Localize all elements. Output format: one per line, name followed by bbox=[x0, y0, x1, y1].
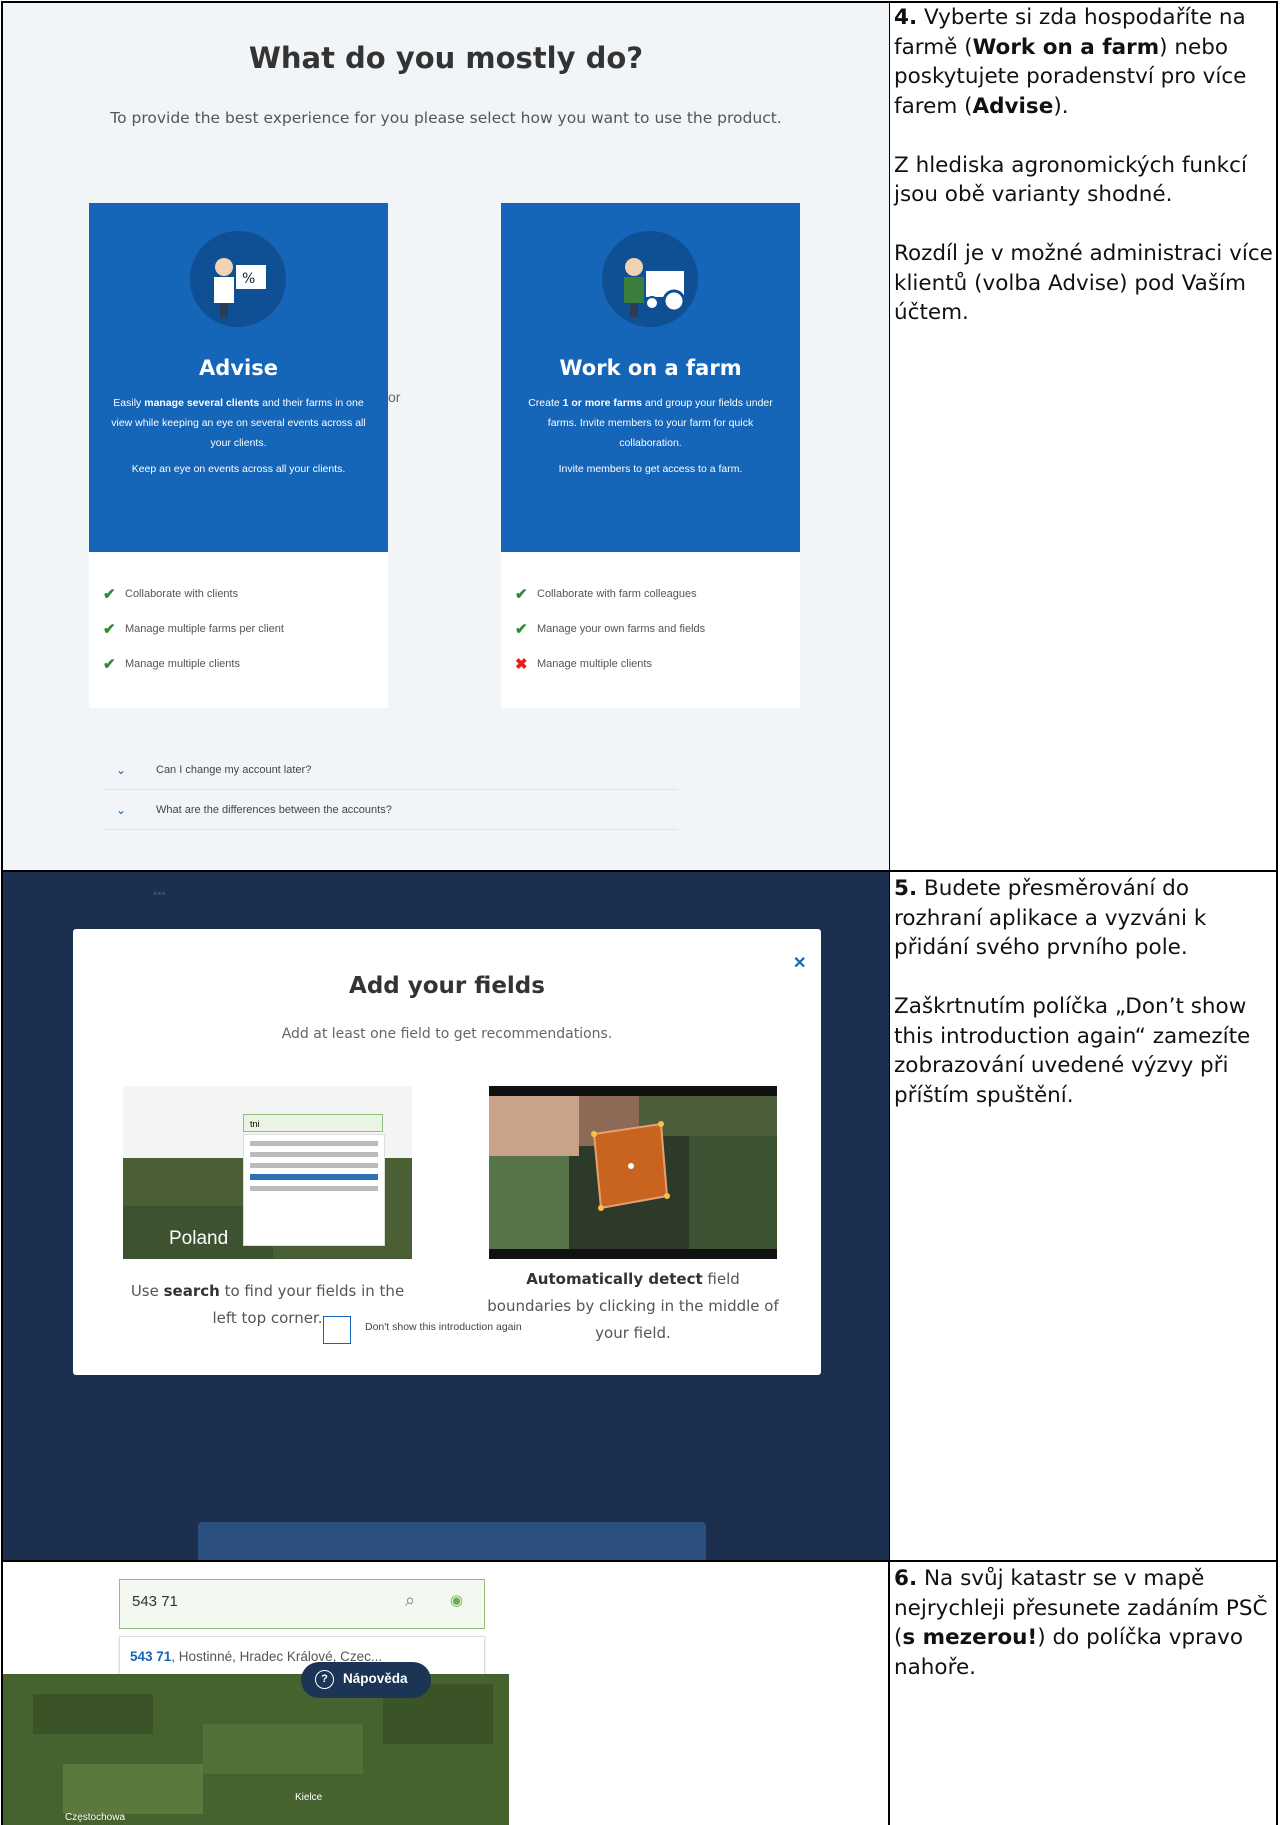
step-5-paragraph-1: 5. Budete přesměrování do rozhraní aplik… bbox=[894, 874, 1278, 963]
farm-desc-2: Invite members to get access to a farm. bbox=[558, 463, 743, 475]
field-detection-illustration bbox=[489, 1086, 777, 1259]
advise-feature-2: ✔ Manage multiple farms per client bbox=[103, 620, 284, 638]
location-search-input[interactable]: 543 71 ⌕ ◉ bbox=[119, 1579, 485, 1629]
feature-label: Manage your own farms and fields bbox=[537, 623, 706, 635]
advise-card-header: % Advise Easily manage several clients a… bbox=[89, 203, 388, 552]
chevron-down-icon: ⌄ bbox=[116, 763, 127, 777]
page-title: What do you mostly do? bbox=[248, 41, 644, 75]
caption-1-start: Use bbox=[130, 1282, 164, 1300]
zip-search-screenshot: 543 71 ⌕ ◉ 543 71, Hostinné, Hradec Král… bbox=[3, 1562, 509, 1825]
faq-item-2[interactable]: ⌄ What are the differences between the ac… bbox=[116, 803, 392, 817]
check-icon: ✔ bbox=[103, 621, 116, 638]
check-icon: ✔ bbox=[103, 656, 116, 673]
add-fields-modal: ✕ Add your fields Add at least one field… bbox=[73, 929, 821, 1375]
faq-item-1[interactable]: ⌄ Can I change my account later? bbox=[116, 763, 311, 777]
help-label: Nápověda bbox=[343, 1671, 408, 1686]
feature-label: Collaborate with farm colleagues bbox=[537, 588, 697, 600]
modal-subtitle: Add at least one field to get recommenda… bbox=[281, 1026, 613, 1042]
suggestion-zip: 543 71 bbox=[130, 1649, 172, 1664]
step-4-number: 4. bbox=[894, 5, 918, 30]
check-icon: ✔ bbox=[103, 586, 116, 603]
search-icon[interactable]: ⌕ bbox=[405, 1590, 415, 1611]
farm-feature-1: ✔ Collaborate with farm colleagues bbox=[515, 585, 697, 603]
help-icon: ? bbox=[315, 1670, 334, 1689]
or-separator: or bbox=[388, 389, 401, 405]
farmer-tractor-illustration-icon bbox=[602, 231, 698, 327]
help-button[interactable]: ? Nápověda bbox=[301, 1662, 431, 1698]
map-bottom-panel bbox=[198, 1522, 706, 1560]
farm-desc-bold: 1 or more farms bbox=[562, 397, 643, 409]
feature-label: Manage multiple clients bbox=[537, 658, 652, 670]
step-5-text: Budete přesměrování do rozhraní aplikace… bbox=[894, 876, 1207, 960]
step-4-description: 4. Vyberte si zda hospodaříte na farmě (… bbox=[894, 3, 1278, 357]
feature-label: Manage multiple clients bbox=[125, 658, 240, 670]
modal-title: Add your fields bbox=[349, 973, 545, 999]
step-4-paragraph-3: Rozdíl je v možné administraci více klie… bbox=[894, 241, 1273, 325]
step-4-text-e: ). bbox=[1053, 93, 1069, 119]
close-icon[interactable]: ✕ bbox=[793, 953, 806, 973]
advise-desc-start: Easily bbox=[113, 397, 145, 409]
step-6-description: 6. Na svůj katastr se v mapě nejrychleji… bbox=[894, 1564, 1278, 1712]
advise-title: Advise bbox=[199, 356, 278, 380]
step-6-number: 6. bbox=[894, 1566, 918, 1591]
advise-desc-2: Keep an eye on events across all your cl… bbox=[131, 463, 346, 475]
faq-question: Can I change my account later? bbox=[156, 764, 312, 776]
dont-show-again-checkbox[interactable] bbox=[323, 1316, 351, 1344]
advise-desc-bold: manage several clients bbox=[144, 397, 260, 409]
step-4-text-b: Work on a farm bbox=[972, 34, 1160, 60]
thumb-place-label: Poland bbox=[169, 1228, 229, 1249]
step-5-number: 5. bbox=[894, 876, 918, 901]
chevron-down-icon: ⌄ bbox=[116, 803, 127, 817]
farm-feature-2: ✔ Manage your own farms and fields bbox=[515, 620, 705, 638]
step-4-paragraph-2: Z hlediska agronomických funkcí jsou obě… bbox=[894, 152, 1247, 208]
svg-text:%: % bbox=[242, 271, 255, 287]
location-pin-icon[interactable]: ◉ bbox=[450, 1591, 463, 1609]
detect-caption: Automatically detect field boundaries by… bbox=[483, 1266, 783, 1347]
add-fields-screenshot: ▪▪▪ ✕ Add your fields Add at least one f… bbox=[3, 872, 889, 1560]
farm-card-header: Work on a farm Create 1 or more farms an… bbox=[501, 203, 800, 552]
advisor-illustration-icon: % bbox=[190, 231, 286, 327]
satellite-map[interactable]: Częstochowa Kielce bbox=[3, 1674, 509, 1825]
step-5-description: 5. Budete přesměrování do rozhraní aplik… bbox=[894, 874, 1278, 1140]
step-4-text-d: Advise bbox=[972, 93, 1054, 119]
caption-2-bold: Automatically detect bbox=[526, 1270, 703, 1288]
advise-card[interactable]: % Advise Easily manage several clients a… bbox=[89, 203, 388, 708]
map-background-label: ▪▪▪ bbox=[153, 886, 166, 900]
thumb-search-field: tni bbox=[243, 1114, 383, 1132]
search-illustration: tni Poland bbox=[123, 1086, 412, 1259]
step-6-paragraph-1: 6. Na svůj katastr se v mapě nejrychleji… bbox=[894, 1564, 1278, 1682]
advise-feature-3: ✔ Manage multiple clients bbox=[103, 655, 240, 673]
check-icon: ✔ bbox=[515, 586, 528, 603]
faq-divider bbox=[103, 789, 678, 790]
faq-divider bbox=[103, 829, 678, 830]
search-value: 543 71 bbox=[132, 1593, 178, 1610]
farm-description: Create 1 or more farms and group your fi… bbox=[517, 393, 784, 479]
step-6-text-b: s mezerou! bbox=[902, 1625, 1038, 1650]
caption-1-bold: search bbox=[163, 1282, 220, 1300]
dont-show-again-label[interactable]: Don't show this introduction again bbox=[365, 1321, 522, 1333]
thumb-suggestion-list bbox=[243, 1134, 385, 1246]
page-subtitle: To provide the best experience for you p… bbox=[110, 109, 782, 127]
farm-title: Work on a farm bbox=[559, 356, 742, 380]
step-5-paragraph-2: Zaškrtnutím políčka „Don’t show this int… bbox=[894, 994, 1251, 1108]
account-type-screenshot: What do you mostly do? To provide the be… bbox=[3, 3, 889, 870]
farm-desc-start: Create bbox=[528, 397, 563, 409]
feature-label: Collaborate with clients bbox=[125, 588, 239, 600]
feature-label: Manage multiple farms per client bbox=[125, 623, 284, 635]
work-on-farm-card[interactable]: Work on a farm Create 1 or more farms an… bbox=[501, 203, 800, 708]
advise-feature-1: ✔ Collaborate with clients bbox=[103, 585, 238, 603]
map-city-label-kielce: Kielce bbox=[295, 1792, 323, 1803]
cross-icon: ✖ bbox=[515, 656, 528, 673]
map-city-label-czestochowa: Częstochowa bbox=[65, 1812, 126, 1823]
advise-description: Easily manage several clients and their … bbox=[105, 393, 372, 479]
farm-feature-3: ✖ Manage multiple clients bbox=[515, 655, 652, 673]
faq-question: What are the differences between the acc… bbox=[156, 804, 392, 816]
step-4-paragraph-1: 4. Vyberte si zda hospodaříte na farmě (… bbox=[894, 3, 1278, 121]
check-icon: ✔ bbox=[515, 621, 528, 638]
